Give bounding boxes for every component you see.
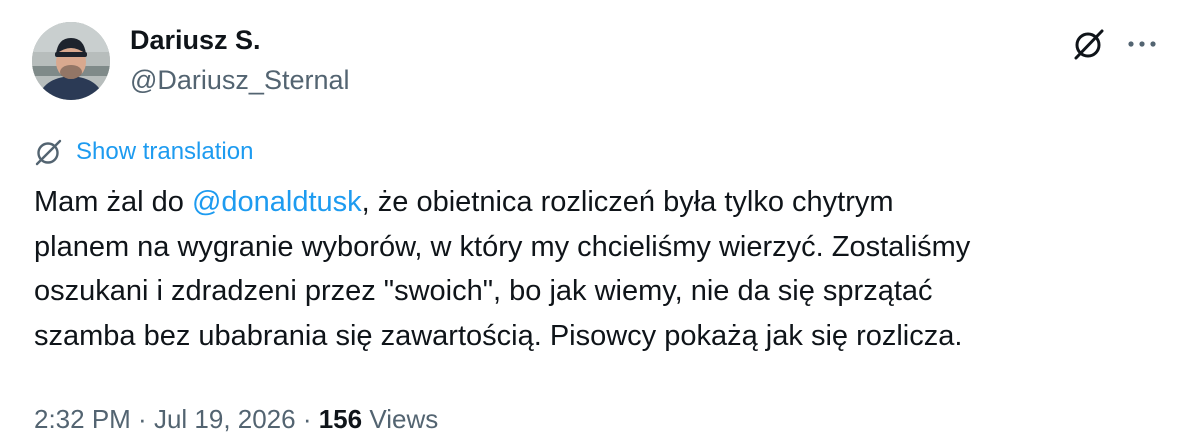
more-options-button[interactable]: [1120, 24, 1164, 64]
views-label: Views: [362, 404, 439, 434]
grok-button[interactable]: [1068, 24, 1110, 64]
tweet-card: Dariusz S. @Dariusz_Sternal Show transla…: [0, 0, 1198, 446]
tweet-text-segment: , że obietnica rozliczeń była tylko chyt…: [361, 186, 894, 218]
avatar[interactable]: [32, 22, 110, 100]
show-translation-link[interactable]: Show translation: [34, 136, 253, 168]
tweet-time[interactable]: 2:32 PM: [34, 404, 131, 434]
meta-separator: ·: [130, 404, 154, 434]
author-display-name[interactable]: Dariusz S.: [130, 24, 261, 56]
tweet-text-line: planem na wygranie wyborów, w który my c…: [34, 230, 971, 263]
tweet-text-line: Mam żal do @donaldtusk, że obietnica roz…: [34, 180, 1174, 225]
tweet-meta: 2:32 PM · Jul 19, 2026 · 156 Views: [34, 402, 438, 436]
globe-slash-icon: [35, 139, 62, 166]
tweet-text: Mam żal do @donaldtusk, że obietnica roz…: [34, 180, 1174, 358]
meta-separator: ·: [295, 404, 319, 434]
ellipsis-icon: [1128, 41, 1156, 47]
tweet-text-line: szamba bez ubabrania się zawartością. Pi…: [34, 319, 963, 352]
author-handle[interactable]: @Dariusz_Sternal: [130, 64, 350, 96]
tweet-text-line: oszukani i zdradzeni przez "swoich", bo …: [34, 275, 933, 307]
tweet-text-segment: Mam żal do: [34, 186, 192, 218]
mention-link[interactable]: @donaldtusk: [192, 186, 362, 218]
tweet-date[interactable]: Jul 19, 2026: [154, 404, 296, 434]
views-count[interactable]: 156: [319, 404, 362, 434]
grok-slash-icon: [1074, 29, 1104, 60]
avatar-photo: [32, 22, 110, 100]
show-translation-label: Show translation: [76, 138, 254, 165]
